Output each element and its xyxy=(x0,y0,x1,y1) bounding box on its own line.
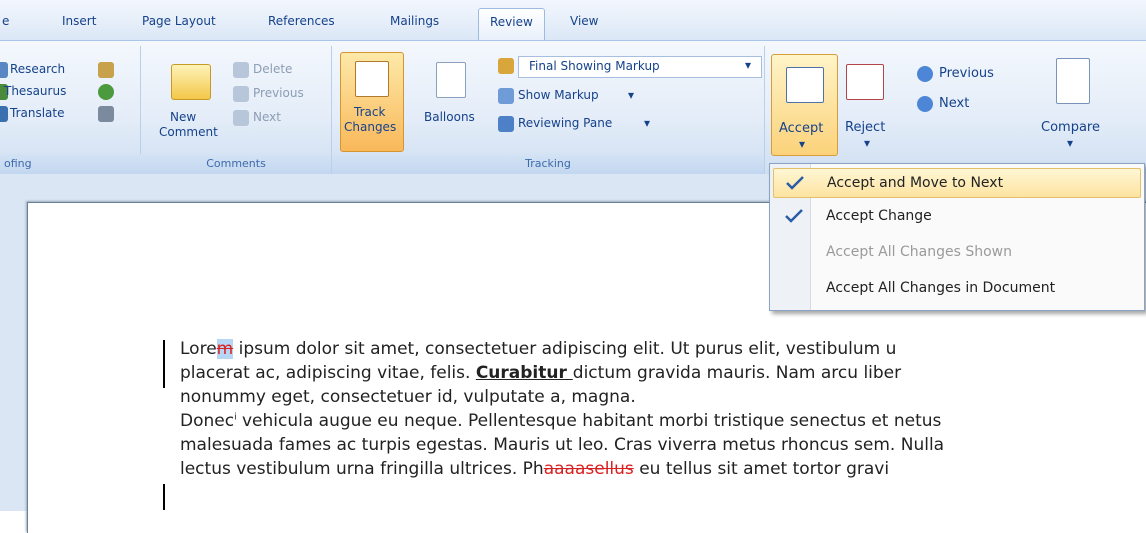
menu-item-accept-change[interactable]: Accept Change xyxy=(773,202,1139,230)
accept-dropdown-menu: Accept and Move to Next Accept Change Ac… xyxy=(769,163,1145,311)
text-run: Donec xyxy=(180,411,235,431)
language-icon[interactable] xyxy=(98,84,114,100)
change-bar xyxy=(163,484,165,510)
track-changes-label: Track xyxy=(354,105,386,119)
balloons-icon[interactable] xyxy=(436,62,466,98)
next-change-icon xyxy=(917,96,933,112)
tab-insert[interactable]: Insert xyxy=(62,14,96,28)
reviewing-pane-button[interactable]: Reviewing Pane xyxy=(518,116,612,130)
document-body[interactable]: Lorem ipsum dolor sit amet, consectetuer… xyxy=(180,337,1146,481)
accept-dropdown-chevron-icon: ▾ xyxy=(799,137,806,151)
menu-item-label: Accept Change xyxy=(826,208,932,224)
menu-item-label: Accept All Changes in Document xyxy=(826,280,1056,296)
balloons-button[interactable]: Balloons xyxy=(424,110,475,124)
tab-home[interactable]: e xyxy=(2,14,9,28)
delete-comment-icon xyxy=(233,62,249,78)
next-change-button[interactable]: Next xyxy=(939,96,969,111)
menu-item-accept-and-move-to-next[interactable]: Accept and Move to Next xyxy=(773,168,1141,198)
show-markup-icon xyxy=(498,88,514,104)
document-line: Lorem ipsum dolor sit amet, consectetuer… xyxy=(180,337,1146,361)
menu-item-accept-all-changes-in-document[interactable]: Accept All Changes in Document xyxy=(773,274,1139,302)
show-markup-button[interactable]: Show Markup xyxy=(518,88,599,102)
comments-group: New Comment Delete Previous Next Comment… xyxy=(141,46,332,174)
reviewing-pane-chevron-icon: ▾ xyxy=(644,116,651,130)
previous-comment-icon xyxy=(233,86,249,102)
compare-button[interactable]: Compare xyxy=(1041,120,1100,135)
comments-group-label: Comments xyxy=(141,154,331,174)
track-changes-icon xyxy=(355,61,389,97)
document-line: lectus vestibulum urna fringilla ultrice… xyxy=(180,457,1146,481)
menu-item-label: Accept and Move to Next xyxy=(827,175,1004,191)
compare-chevron-icon: ▾ xyxy=(1067,136,1074,150)
accept-check-icon xyxy=(785,209,803,223)
accept-check-icon xyxy=(786,176,804,190)
tab-mailings[interactable]: Mailings xyxy=(390,14,439,28)
document-line: malesuada fames ac turpis egestas. Mauri… xyxy=(180,435,945,455)
proofing-group: Research Thesaurus Translate ofing xyxy=(0,46,144,174)
previous-change-icon xyxy=(917,66,933,82)
change-bar xyxy=(163,340,165,388)
menu-item-label: Accept All Changes Shown xyxy=(826,244,1012,260)
text-run: eu tellus sit amet tortor gravi xyxy=(633,459,890,479)
text-run: Lore xyxy=(180,339,217,359)
track-changes-button[interactable]: Track Changes xyxy=(340,52,404,152)
new-comment-icon xyxy=(171,64,211,100)
tracking-group-label: Tracking xyxy=(332,154,764,174)
tab-references[interactable]: References xyxy=(268,14,335,28)
show-markup-chevron-icon: ▾ xyxy=(628,88,635,102)
tab-page-layout[interactable]: Page Layout xyxy=(142,14,216,28)
new-comment-label-2[interactable]: Comment xyxy=(159,125,218,139)
deleted-text: aaaasellus xyxy=(543,459,634,479)
accept-label: Accept xyxy=(779,121,824,136)
reviewing-pane-icon xyxy=(498,116,514,132)
delete-comment-button[interactable]: Delete xyxy=(253,62,292,76)
inserted-text: Curabitur xyxy=(475,363,573,383)
reject-chevron-icon: ▾ xyxy=(864,136,871,150)
text-run: ipsum dolor sit amet, consectetuer adipi… xyxy=(233,339,897,359)
tab-view[interactable]: View xyxy=(570,14,598,28)
deleted-text: m xyxy=(216,339,234,359)
research-button[interactable]: Research xyxy=(10,62,65,76)
next-comment-icon xyxy=(233,110,249,126)
accept-button[interactable]: Accept ▾ xyxy=(771,54,838,156)
tab-review[interactable]: Review xyxy=(478,8,545,40)
document-line: Doneci vehicula augue eu neque. Pellente… xyxy=(180,409,1146,433)
proofing-group-label: ofing xyxy=(0,154,144,174)
reject-button[interactable]: Reject xyxy=(845,120,885,135)
text-run: lectus vestibulum urna fringilla ultrice… xyxy=(180,459,544,479)
document-line: nonummy eget, consectetuer id, vulputate… xyxy=(180,387,636,407)
translate-icon xyxy=(0,106,8,122)
research-icon xyxy=(0,62,8,78)
previous-change-button[interactable]: Previous xyxy=(939,66,994,81)
display-for-review-dropdown[interactable]: Final Showing Markup ▾ xyxy=(518,56,762,78)
text-run: placerat ac, adipiscing vitae, felis. xyxy=(180,363,476,383)
text-run: dictum gravida mauris. Nam arcu liber xyxy=(572,363,902,383)
reject-icon xyxy=(846,64,884,100)
chevron-down-icon: ▾ xyxy=(745,58,752,72)
document-line: placerat ac, adipiscing vitae, felis. Cu… xyxy=(180,361,1146,385)
previous-comment-button[interactable]: Previous xyxy=(253,86,304,100)
translate-button[interactable]: Translate xyxy=(10,106,65,120)
word-count-icon[interactable] xyxy=(98,62,114,78)
menu-item-accept-all-changes-shown[interactable]: Accept All Changes Shown xyxy=(773,238,1139,266)
set-language-icon[interactable] xyxy=(98,106,114,122)
thesaurus-button[interactable]: Thesaurus xyxy=(4,84,66,98)
next-comment-button[interactable]: Next xyxy=(253,110,281,124)
track-changes-label-2: Changes xyxy=(344,120,397,134)
ribbon-tab-bar: e Insert Page Layout References Mailings… xyxy=(0,0,1146,40)
accept-icon xyxy=(786,67,824,103)
compare-icon xyxy=(1056,58,1090,104)
display-for-review-icon xyxy=(498,58,514,74)
display-for-review-value: Final Showing Markup xyxy=(529,59,660,73)
new-comment-label[interactable]: New xyxy=(170,110,196,124)
text-run: vehicula augue eu neque. Pellentesque ha… xyxy=(236,411,942,431)
